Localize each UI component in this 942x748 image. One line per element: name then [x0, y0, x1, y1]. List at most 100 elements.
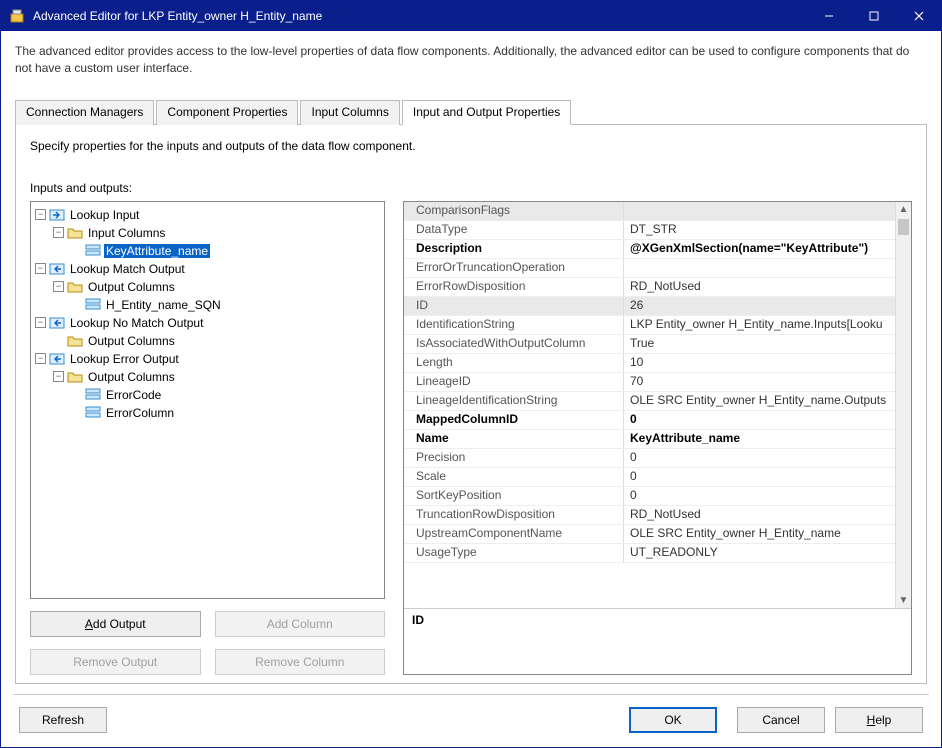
property-value[interactable]: 26 — [624, 297, 895, 315]
tree-node-errorcode[interactable]: ErrorCode — [33, 386, 382, 404]
property-value[interactable]: OLE SRC Entity_owner H_Entity_name.Outpu… — [624, 392, 895, 410]
property-value[interactable]: 0 — [624, 468, 895, 486]
tree-node-h-entity-name-sqn[interactable]: H_Entity_name_SQN — [33, 296, 382, 314]
titlebar[interactable]: Advanced Editor for LKP Entity_owner H_E… — [1, 1, 941, 31]
property-row[interactable]: Description@XGenXmlSection(name="KeyAttr… — [404, 240, 895, 259]
property-value[interactable]: OLE SRC Entity_owner H_Entity_name — [624, 525, 895, 543]
property-row[interactable]: NameKeyAttribute_name — [404, 430, 895, 449]
tree-node-errorcolumn[interactable]: ErrorColumn — [33, 404, 382, 422]
collapse-icon[interactable]: − — [53, 371, 64, 382]
tree-node-output-columns[interactable]: − Output Columns — [33, 278, 382, 296]
property-name: LineageIdentificationString — [404, 392, 624, 410]
property-scroll[interactable]: ▲ ▼ — [895, 202, 911, 608]
property-name: IdentificationString — [404, 316, 624, 334]
property-value[interactable]: @XGenXmlSection(name="KeyAttribute") — [624, 240, 895, 258]
tree-label: ErrorCode — [104, 388, 163, 402]
property-value[interactable]: 0 — [624, 487, 895, 505]
property-row[interactable]: UpstreamComponentNameOLE SRC Entity_owne… — [404, 525, 895, 544]
property-grid[interactable]: ComparisonFlagsDataTypeDT_STRDescription… — [403, 201, 912, 675]
tree-node-lookup-input[interactable]: − Lookup Input — [33, 206, 382, 224]
dialog-description: The advanced editor provides access to t… — [15, 43, 927, 77]
tree-label: Input Columns — [86, 226, 167, 240]
property-value[interactable]: DT_STR — [624, 221, 895, 239]
folder-icon — [67, 279, 83, 295]
add-column-button: Add Column — [215, 611, 386, 637]
property-row[interactable]: IdentificationStringLKP Entity_owner H_E… — [404, 316, 895, 335]
tree-node-lookup-match-output[interactable]: − Lookup Match Output — [33, 260, 382, 278]
collapse-icon[interactable]: − — [35, 353, 46, 364]
tree-node-lookup-no-match-output[interactable]: − Lookup No Match Output — [33, 314, 382, 332]
remove-column-button: Remove Column — [215, 649, 386, 675]
leaf-spacer — [53, 335, 64, 346]
property-row[interactable]: ErrorRowDispositionRD_NotUsed — [404, 278, 895, 297]
output-icon — [49, 351, 65, 367]
property-value[interactable] — [624, 259, 895, 277]
leaf-spacer — [71, 245, 82, 256]
tab-connection-managers[interactable]: Connection Managers — [15, 100, 154, 125]
property-value[interactable]: RD_NotUsed — [624, 278, 895, 296]
minimize-button[interactable] — [806, 1, 851, 31]
close-button[interactable] — [896, 1, 941, 31]
tree-node-lookup-error-output[interactable]: − Lookup Error Output — [33, 350, 382, 368]
tree-node-output-columns-nomatch[interactable]: Output Columns — [33, 332, 382, 350]
tab-input-columns[interactable]: Input Columns — [300, 100, 399, 125]
property-value[interactable]: True — [624, 335, 895, 353]
property-row[interactable]: TruncationRowDispositionRD_NotUsed — [404, 506, 895, 525]
tab-input-output-properties[interactable]: Input and Output Properties — [402, 100, 571, 125]
scroll-up-icon[interactable]: ▲ — [896, 202, 911, 218]
property-row[interactable]: ComparisonFlags — [404, 202, 895, 221]
property-name: UpstreamComponentName — [404, 525, 624, 543]
collapse-icon[interactable]: − — [35, 209, 46, 220]
tree-label: Output Columns — [86, 334, 177, 348]
tree-label: Lookup No Match Output — [68, 316, 205, 330]
column-icon — [85, 405, 101, 421]
property-row[interactable]: Scale0 — [404, 468, 895, 487]
property-row[interactable]: Precision0 — [404, 449, 895, 468]
collapse-icon[interactable]: − — [53, 227, 64, 238]
ok-button[interactable]: OK — [629, 707, 717, 733]
property-value[interactable]: LKP Entity_owner H_Entity_name.Inputs[Lo… — [624, 316, 895, 334]
property-value[interactable]: 0 — [624, 449, 895, 467]
tab-component-properties[interactable]: Component Properties — [156, 100, 298, 125]
property-row[interactable]: IsAssociatedWithOutputColumnTrue — [404, 335, 895, 354]
property-row[interactable]: MappedColumnID0 — [404, 411, 895, 430]
help-button[interactable]: Help — [835, 707, 923, 733]
property-row[interactable]: ID26 — [404, 297, 895, 316]
tree-label: H_Entity_name_SQN — [104, 298, 223, 312]
io-tree[interactable]: − Lookup Input − Input Columns K — [30, 201, 385, 599]
property-row[interactable]: SortKeyPosition0 — [404, 487, 895, 506]
property-name: Description — [404, 240, 624, 258]
property-value[interactable]: UT_READONLY — [624, 544, 895, 562]
column-icon — [85, 387, 101, 403]
collapse-icon[interactable]: − — [35, 263, 46, 274]
property-value[interactable]: 70 — [624, 373, 895, 391]
tree-node-input-columns[interactable]: − Input Columns — [33, 224, 382, 242]
cancel-button[interactable]: Cancel — [737, 707, 825, 733]
property-name: TruncationRowDisposition — [404, 506, 624, 524]
scroll-thumb[interactable] — [898, 219, 909, 235]
property-value[interactable]: RD_NotUsed — [624, 506, 895, 524]
property-row[interactable]: LineageID70 — [404, 373, 895, 392]
property-row[interactable]: ErrorOrTruncationOperation — [404, 259, 895, 278]
add-output-button[interactable]: Add Output — [30, 611, 201, 637]
folder-icon — [67, 333, 83, 349]
property-row[interactable]: LineageIdentificationStringOLE SRC Entit… — [404, 392, 895, 411]
maximize-button[interactable] — [851, 1, 896, 31]
refresh-button[interactable]: Refresh — [19, 707, 107, 733]
scroll-down-icon[interactable]: ▼ — [896, 592, 911, 608]
property-value[interactable]: 0 — [624, 411, 895, 429]
property-row[interactable]: Length10 — [404, 354, 895, 373]
property-name: UsageType — [404, 544, 624, 562]
tree-node-output-columns-error[interactable]: − Output Columns — [33, 368, 382, 386]
property-value[interactable]: KeyAttribute_name — [624, 430, 895, 448]
property-row[interactable]: DataTypeDT_STR — [404, 221, 895, 240]
collapse-icon[interactable]: − — [53, 281, 64, 292]
property-name: ErrorOrTruncationOperation — [404, 259, 624, 277]
tree-node-keyattribute-name[interactable]: KeyAttribute_name — [33, 242, 382, 260]
property-row[interactable]: UsageTypeUT_READONLY — [404, 544, 895, 563]
property-name: DataType — [404, 221, 624, 239]
property-name: Scale — [404, 468, 624, 486]
property-value[interactable] — [624, 202, 895, 220]
collapse-icon[interactable]: − — [35, 317, 46, 328]
property-value[interactable]: 10 — [624, 354, 895, 372]
